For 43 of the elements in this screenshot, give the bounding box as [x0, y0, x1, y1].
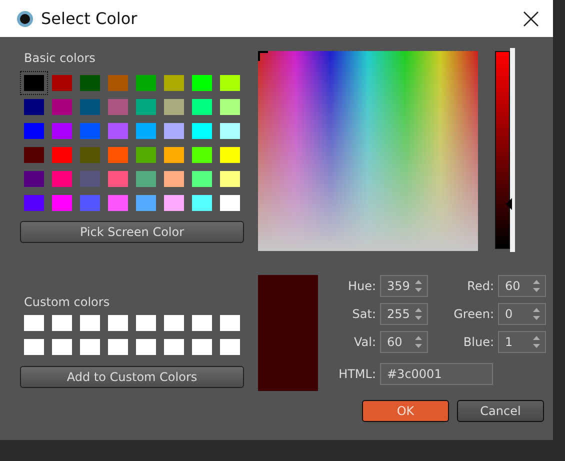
value-slider[interactable] [495, 48, 515, 252]
cancel-button[interactable]: Cancel [457, 400, 544, 422]
spin-box[interactable]: 255 [380, 303, 428, 325]
color-spectrum-field[interactable] [258, 51, 478, 251]
spin-box[interactable]: 0 [498, 303, 546, 325]
field-label: Red: [466, 279, 494, 293]
field-label: Green: [452, 307, 494, 321]
color-swatch[interactable] [52, 315, 72, 331]
section-label: Custom colors [23, 295, 111, 309]
field-label: Val: [352, 335, 376, 349]
add-custom-color-button[interactable]: Add to Custom Colors [20, 366, 244, 388]
color-swatch[interactable] [108, 339, 128, 355]
color-swatch[interactable] [192, 339, 212, 355]
slider-thumb[interactable] [506, 198, 512, 210]
section-label: Basic colors [23, 51, 96, 65]
field-label: Sat: [351, 307, 376, 321]
color-swatch[interactable] [24, 339, 44, 355]
color-swatch[interactable] [20, 71, 48, 95]
ok-button[interactable]: OK [362, 400, 449, 422]
color-swatch[interactable] [80, 339, 100, 355]
field-label: Blue: [462, 335, 494, 349]
field-label: HTML: [338, 367, 376, 381]
close-icon[interactable] [523, 10, 539, 26]
color-swatch[interactable] [164, 315, 184, 331]
color-swatch[interactable] [80, 315, 100, 331]
color-swatch[interactable] [52, 339, 72, 355]
color-swatch[interactable] [220, 339, 240, 355]
spin-box[interactable]: 60 [498, 275, 546, 297]
spin-box[interactable]: 1 [498, 331, 546, 353]
color-swatch[interactable] [136, 315, 156, 331]
html-input-field[interactable]: #3c0001 [380, 363, 493, 385]
color-swatch[interactable] [108, 315, 128, 331]
window-title: Select Color [41, 9, 138, 28]
spin-box[interactable]: 60 [380, 331, 428, 353]
color-swatch[interactable] [136, 339, 156, 355]
field-label: Hue: [346, 279, 376, 293]
color-swatch[interactable] [164, 339, 184, 355]
ring-icon [16, 10, 34, 28]
pick-screen-color-button[interactable]: Pick Screen Color [20, 221, 244, 243]
spin-box[interactable]: 359 [380, 275, 428, 297]
color-swatch[interactable] [24, 315, 44, 331]
color-swatch[interactable] [192, 315, 212, 331]
color-swatch[interactable] [220, 315, 240, 331]
